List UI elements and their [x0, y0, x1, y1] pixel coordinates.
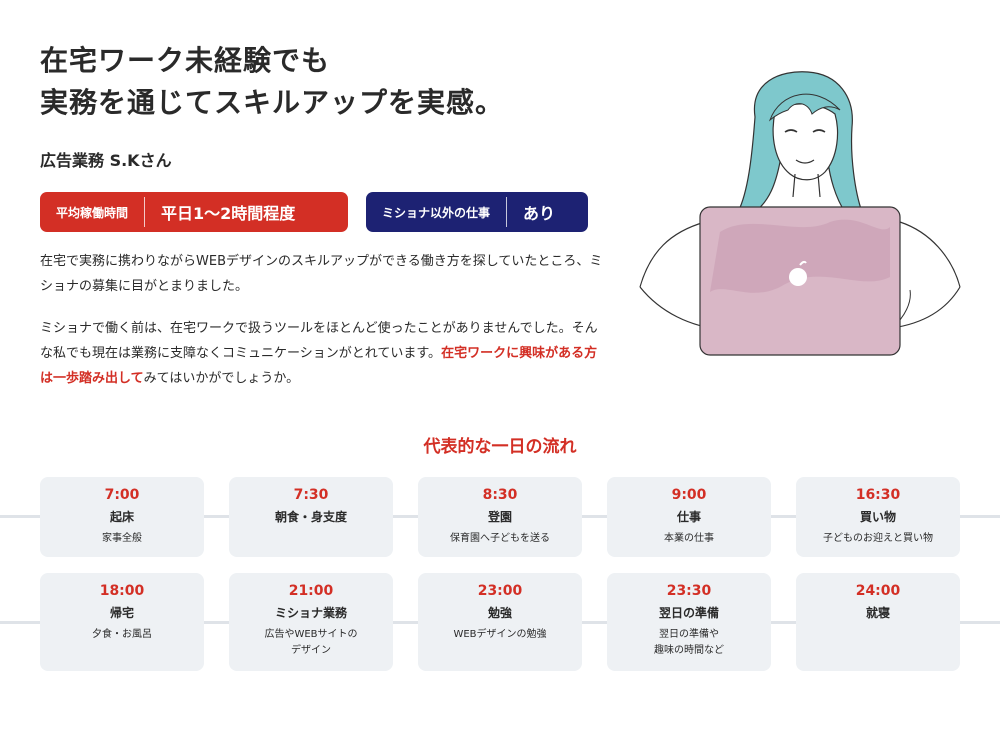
- schedule-card: 7:30 朝食・身支度: [229, 477, 393, 557]
- schedule-card: 23:30 翌日の準備翌日の準備や 趣味の時間など: [607, 573, 771, 671]
- schedule-note: 保育園へ子どもを送る: [450, 533, 550, 544]
- schedule-activity: 翌日の準備: [658, 606, 719, 620]
- schedule-note: 翌日の準備や 趣味の時間など: [654, 629, 724, 656]
- schedule-activity: 買い物: [859, 510, 896, 524]
- schedule-note: 子どものお迎えと買い物: [823, 533, 933, 544]
- schedule-time: 9:00: [671, 487, 707, 503]
- schedule-time: 23:00: [477, 583, 523, 599]
- schedule-activity: 仕事: [676, 510, 701, 524]
- schedule-card: 24:00 就寝: [796, 573, 960, 671]
- schedule-activity: ミショナ業務: [274, 606, 347, 620]
- paragraph-text: みてはいかがでしょうか。: [143, 371, 300, 386]
- badge-value: 平日1～2時間程度: [161, 204, 296, 223]
- schedule-card: 9:00 仕事本業の仕事: [607, 477, 771, 557]
- schedule-time: 7:00: [104, 487, 140, 503]
- schedule-activity: 帰宅: [109, 606, 134, 620]
- schedule-note: 夕食・お風呂: [92, 629, 152, 640]
- schedule-card: 8:30 登園保育園へ子どもを送る: [418, 477, 582, 557]
- schedule-note: 本業の仕事: [664, 533, 714, 544]
- headline: 在宅ワーク未経験でも 実務を通じてスキルアップを実感。: [40, 40, 600, 124]
- schedule-title: 代表的な一日の流れ: [423, 437, 577, 457]
- schedule-card: 21:00 ミショナ業務広告やWEBサイトの デザイン: [229, 573, 393, 671]
- schedule-activity: 起床: [109, 510, 134, 524]
- schedule-note: 家事全般: [102, 533, 142, 544]
- other-work-badge: ミショナ以外の仕事 あり: [366, 192, 588, 232]
- schedule-card: 18:00 帰宅夕食・お風呂: [40, 573, 204, 671]
- schedule-time: 7:30: [293, 487, 329, 503]
- working-hours-badge: 平均稼働時間 平日1～2時間程度: [40, 192, 348, 232]
- schedule-card: 7:00 起床家事全般: [40, 477, 204, 557]
- schedule-time: 21:00: [288, 583, 334, 599]
- badge-key: ミショナ以外の仕事: [382, 205, 491, 220]
- schedule-time: 23:30: [666, 583, 712, 599]
- schedule-card: 16:30 買い物子どものお迎えと買い物: [796, 477, 960, 557]
- intro-paragraph: 在宅で実務に携わりながらWEBデザインのスキルアップができる働き方を探していたと…: [40, 254, 603, 294]
- schedule-time: 18:00: [99, 583, 145, 599]
- schedule-activity: 朝食・身支度: [274, 510, 347, 524]
- headline-line-1: 在宅ワーク未経験でも: [40, 44, 331, 77]
- experience-paragraph: ミショナで働く前は、在宅ワークで扱うツールをほとんど使ったことがありませんでした…: [40, 316, 605, 391]
- schedule-activity: 登園: [487, 510, 512, 524]
- schedule-time: 8:30: [482, 487, 518, 503]
- schedule-card: 23:00 勉強 WEBデザインの勉強: [418, 573, 582, 671]
- schedule-activity: 勉強: [487, 606, 512, 620]
- schedule-activity: 就寝: [865, 606, 890, 620]
- woman-with-laptop-illustration: [639, 71, 961, 356]
- badge-key: 平均稼働時間: [56, 205, 129, 220]
- schedule-note: WEBデザインの勉強: [453, 629, 547, 640]
- schedule-time: 16:30: [855, 487, 901, 503]
- person-name: 広告業務 S.Kさん: [40, 151, 172, 170]
- badge-value: あり: [523, 204, 556, 223]
- headline-line-2: 実務を通じてスキルアップを実感。: [40, 86, 505, 119]
- schedule-note: 広告やWEBサイトの デザイン: [264, 629, 358, 656]
- schedule-time: 24:00: [855, 583, 901, 599]
